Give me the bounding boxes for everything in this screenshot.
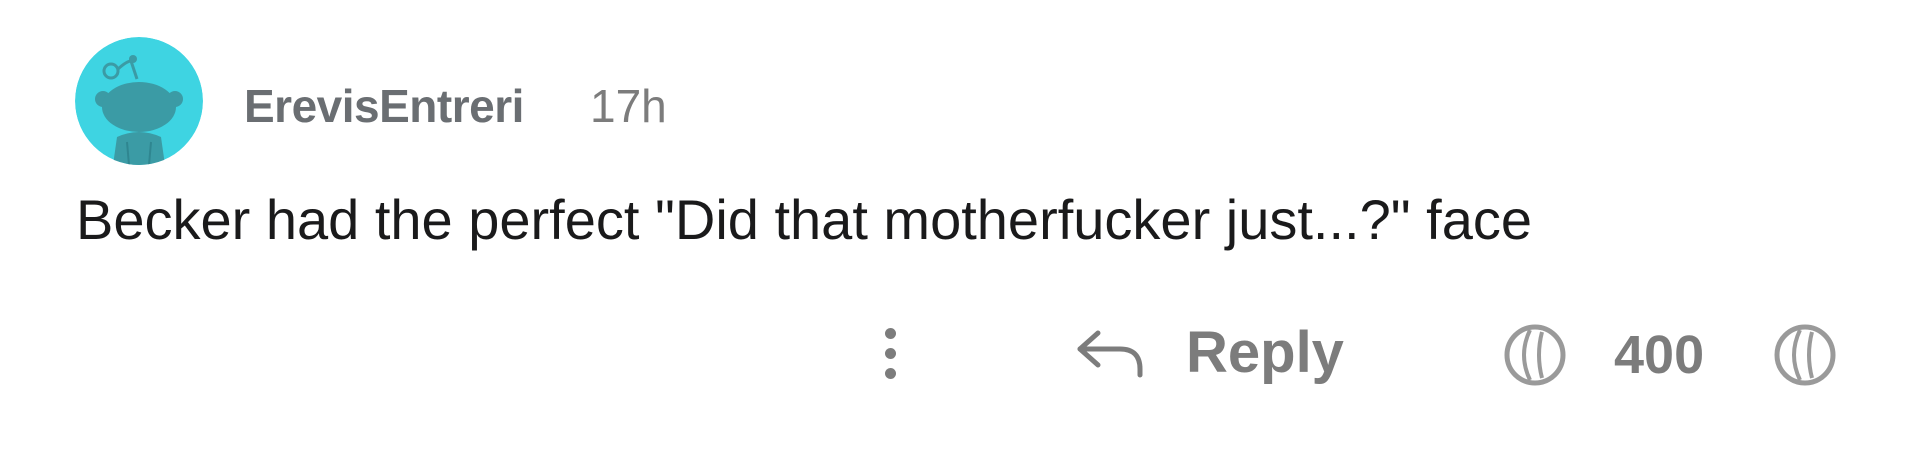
vertical-ellipsis-icon: [884, 347, 896, 359]
comment-card: ErevisEntreri 17h Becker had the perfect…: [0, 0, 1920, 449]
upvote-button[interactable]: [1502, 322, 1568, 388]
vote-count: 400: [1614, 325, 1705, 385]
comment-body: Becker had the perfect "Did that motherf…: [76, 188, 1533, 251]
vertical-ellipsis-icon: [884, 327, 896, 339]
snoo-avatar-icon: [75, 37, 203, 165]
user-avatar[interactable]: [75, 37, 203, 165]
reply-label: Reply: [1186, 320, 1344, 385]
upvote-icon: [1504, 324, 1566, 386]
reply-arrow-icon: [1074, 325, 1146, 381]
downvote-button[interactable]: [1772, 322, 1838, 388]
vertical-ellipsis-icon: [884, 367, 896, 379]
comment-author[interactable]: ErevisEntreri: [244, 78, 524, 134]
more-options-button[interactable]: [868, 318, 912, 388]
comment-timestamp: 17h: [590, 80, 667, 132]
reply-button[interactable]: Reply: [1074, 318, 1344, 388]
downvote-icon: [1774, 324, 1836, 386]
